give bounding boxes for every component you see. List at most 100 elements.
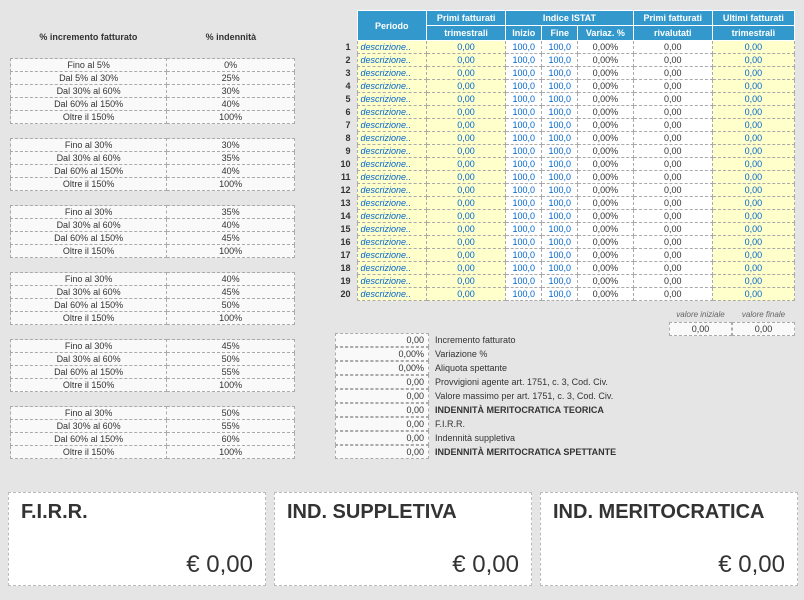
periodo-desc[interactable]: descrizione.. bbox=[357, 288, 427, 301]
increment-cell[interactable]: Dal 5% al 30% bbox=[11, 72, 167, 85]
periodo-desc[interactable]: descrizione.. bbox=[357, 262, 427, 275]
primi-fatt-cell[interactable]: 0,00 bbox=[427, 132, 506, 145]
primi-fatt-cell[interactable]: 0,00 bbox=[427, 262, 506, 275]
ultimi-fatt-cell[interactable]: 0,00 bbox=[712, 275, 794, 288]
primi-fatt-cell[interactable]: 0,00 bbox=[427, 210, 506, 223]
increment-cell[interactable]: 45% bbox=[167, 232, 295, 245]
fine-cell[interactable]: 100,0 bbox=[542, 67, 578, 80]
increment-cell[interactable]: 50% bbox=[167, 407, 295, 420]
increment-cell[interactable]: 100% bbox=[167, 245, 295, 258]
inizio-cell[interactable]: 100,0 bbox=[506, 210, 542, 223]
increment-cell[interactable]: Oltre il 150% bbox=[11, 379, 167, 392]
primi-fatt-cell[interactable]: 0,00 bbox=[427, 171, 506, 184]
periodo-desc[interactable]: descrizione.. bbox=[357, 93, 427, 106]
primi-fatt-cell[interactable]: 0,00 bbox=[427, 145, 506, 158]
primi-fatt-cell[interactable]: 0,00 bbox=[427, 80, 506, 93]
increment-cell[interactable]: 40% bbox=[167, 98, 295, 111]
increment-cell[interactable]: Oltre il 150% bbox=[11, 178, 167, 191]
primi-fatt-cell[interactable]: 0,00 bbox=[427, 119, 506, 132]
inizio-cell[interactable]: 100,0 bbox=[506, 184, 542, 197]
ultimi-fatt-cell[interactable]: 0,00 bbox=[712, 171, 794, 184]
fine-cell[interactable]: 100,0 bbox=[542, 171, 578, 184]
increment-cell[interactable]: Oltre il 150% bbox=[11, 245, 167, 258]
valore-iniziale[interactable]: 0,00 bbox=[669, 322, 732, 336]
fine-cell[interactable]: 100,0 bbox=[542, 80, 578, 93]
primi-fatt-cell[interactable]: 0,00 bbox=[427, 223, 506, 236]
increment-cell[interactable]: Oltre il 150% bbox=[11, 312, 167, 325]
increment-cell[interactable]: Dal 30% al 60% bbox=[11, 420, 167, 433]
valore-finale[interactable]: 0,00 bbox=[732, 322, 795, 336]
periodo-desc[interactable]: descrizione.. bbox=[357, 184, 427, 197]
inizio-cell[interactable]: 100,0 bbox=[506, 275, 542, 288]
primi-fatt-cell[interactable]: 0,00 bbox=[427, 249, 506, 262]
fine-cell[interactable]: 100,0 bbox=[542, 158, 578, 171]
increment-cell[interactable]: 0% bbox=[167, 59, 295, 72]
ultimi-fatt-cell[interactable]: 0,00 bbox=[712, 158, 794, 171]
periodo-desc[interactable]: descrizione.. bbox=[357, 54, 427, 67]
periodo-desc[interactable]: descrizione.. bbox=[357, 171, 427, 184]
increment-cell[interactable]: 100% bbox=[167, 178, 295, 191]
primi-fatt-cell[interactable]: 0,00 bbox=[427, 275, 506, 288]
increment-cell[interactable]: Dal 60% al 150% bbox=[11, 299, 167, 312]
periodo-desc[interactable]: descrizione.. bbox=[357, 132, 427, 145]
inizio-cell[interactable]: 100,0 bbox=[506, 171, 542, 184]
fine-cell[interactable]: 100,0 bbox=[542, 41, 578, 54]
primi-fatt-cell[interactable]: 0,00 bbox=[427, 54, 506, 67]
periodo-desc[interactable]: descrizione.. bbox=[357, 145, 427, 158]
increment-cell[interactable]: Fino al 30% bbox=[11, 273, 167, 286]
increment-cell[interactable]: 25% bbox=[167, 72, 295, 85]
increment-cell[interactable]: 100% bbox=[167, 379, 295, 392]
increment-cell[interactable]: Dal 30% al 60% bbox=[11, 353, 167, 366]
ultimi-fatt-cell[interactable]: 0,00 bbox=[712, 145, 794, 158]
increment-cell[interactable]: 40% bbox=[167, 165, 295, 178]
increment-cell[interactable]: 40% bbox=[167, 219, 295, 232]
primi-fatt-cell[interactable]: 0,00 bbox=[427, 106, 506, 119]
fine-cell[interactable]: 100,0 bbox=[542, 54, 578, 67]
increment-cell[interactable]: 55% bbox=[167, 366, 295, 379]
inizio-cell[interactable]: 100,0 bbox=[506, 145, 542, 158]
increment-cell[interactable]: 35% bbox=[167, 206, 295, 219]
fine-cell[interactable]: 100,0 bbox=[542, 275, 578, 288]
ultimi-fatt-cell[interactable]: 0,00 bbox=[712, 67, 794, 80]
inizio-cell[interactable]: 100,0 bbox=[506, 223, 542, 236]
increment-cell[interactable]: Dal 30% al 60% bbox=[11, 85, 167, 98]
inizio-cell[interactable]: 100,0 bbox=[506, 132, 542, 145]
inizio-cell[interactable]: 100,0 bbox=[506, 41, 542, 54]
increment-cell[interactable]: Dal 30% al 60% bbox=[11, 286, 167, 299]
inizio-cell[interactable]: 100,0 bbox=[506, 158, 542, 171]
ultimi-fatt-cell[interactable]: 0,00 bbox=[712, 249, 794, 262]
ultimi-fatt-cell[interactable]: 0,00 bbox=[712, 223, 794, 236]
periodo-desc[interactable]: descrizione.. bbox=[357, 119, 427, 132]
primi-fatt-cell[interactable]: 0,00 bbox=[427, 158, 506, 171]
increment-cell[interactable]: Dal 60% al 150% bbox=[11, 433, 167, 446]
periodo-desc[interactable]: descrizione.. bbox=[357, 80, 427, 93]
fine-cell[interactable]: 100,0 bbox=[542, 106, 578, 119]
fine-cell[interactable]: 100,0 bbox=[542, 236, 578, 249]
primi-fatt-cell[interactable]: 0,00 bbox=[427, 288, 506, 301]
fine-cell[interactable]: 100,0 bbox=[542, 132, 578, 145]
ultimi-fatt-cell[interactable]: 0,00 bbox=[712, 288, 794, 301]
primi-fatt-cell[interactable]: 0,00 bbox=[427, 93, 506, 106]
increment-cell[interactable]: 100% bbox=[167, 312, 295, 325]
fine-cell[interactable]: 100,0 bbox=[542, 93, 578, 106]
increment-cell[interactable]: Dal 60% al 150% bbox=[11, 366, 167, 379]
periodo-desc[interactable]: descrizione.. bbox=[357, 249, 427, 262]
primi-fatt-cell[interactable]: 0,00 bbox=[427, 184, 506, 197]
increment-cell[interactable]: 100% bbox=[167, 111, 295, 124]
inizio-cell[interactable]: 100,0 bbox=[506, 67, 542, 80]
increment-cell[interactable]: 55% bbox=[167, 420, 295, 433]
inizio-cell[interactable]: 100,0 bbox=[506, 80, 542, 93]
inizio-cell[interactable]: 100,0 bbox=[506, 288, 542, 301]
ultimi-fatt-cell[interactable]: 0,00 bbox=[712, 41, 794, 54]
fine-cell[interactable]: 100,0 bbox=[542, 262, 578, 275]
increment-cell[interactable]: Oltre il 150% bbox=[11, 111, 167, 124]
increment-cell[interactable]: Oltre il 150% bbox=[11, 446, 167, 459]
fine-cell[interactable]: 100,0 bbox=[542, 145, 578, 158]
ultimi-fatt-cell[interactable]: 0,00 bbox=[712, 119, 794, 132]
ultimi-fatt-cell[interactable]: 0,00 bbox=[712, 210, 794, 223]
increment-cell[interactable]: 30% bbox=[167, 85, 295, 98]
inizio-cell[interactable]: 100,0 bbox=[506, 197, 542, 210]
inizio-cell[interactable]: 100,0 bbox=[506, 54, 542, 67]
periodo-desc[interactable]: descrizione.. bbox=[357, 275, 427, 288]
increment-cell[interactable]: 50% bbox=[167, 353, 295, 366]
